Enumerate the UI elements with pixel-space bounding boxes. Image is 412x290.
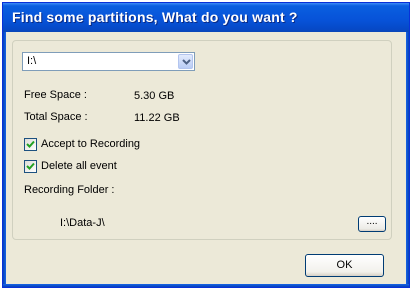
total-space-value: 11.22 GB	[134, 112, 180, 124]
recording-folder-path: I:\Data-J\	[60, 217, 105, 229]
recording-folder-label: Recording Folder :	[24, 184, 115, 196]
free-space-value: 5.30 GB	[134, 90, 175, 102]
check-mark-icon	[26, 162, 35, 170]
chevron-down-icon	[182, 59, 191, 65]
drive-select-value: I:\	[27, 55, 37, 67]
dialog-title: Find some partitions, What do you want ?	[12, 9, 298, 25]
total-space-label: Total Space :	[24, 111, 88, 123]
drive-select[interactable]: I:\	[22, 52, 195, 71]
title-bar[interactable]: Find some partitions, What do you want ?	[3, 3, 409, 32]
dropdown-button[interactable]	[178, 54, 193, 69]
free-space-label: Free Space :	[24, 89, 87, 101]
window-frame-left	[3, 32, 6, 287]
ok-button[interactable]: OK	[305, 254, 384, 277]
delete-all-event-label[interactable]: Delete all event	[41, 160, 117, 172]
delete-all-event-checkbox[interactable]	[24, 160, 37, 173]
browse-folder-button[interactable]: ....	[358, 216, 386, 232]
accept-recording-checkbox[interactable]	[24, 138, 37, 151]
accept-recording-label[interactable]: Accept to Recording	[41, 138, 140, 150]
window-frame-bottom	[3, 284, 409, 287]
check-mark-icon	[26, 140, 35, 148]
window-frame-right	[406, 32, 409, 287]
